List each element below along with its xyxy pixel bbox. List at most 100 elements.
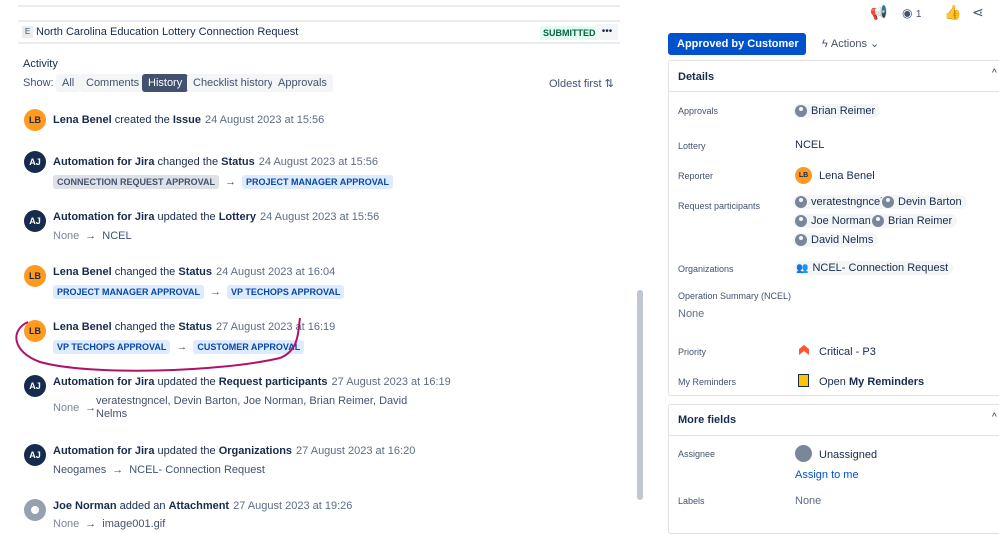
user-icon: [795, 105, 807, 117]
history-entry: Automation for Jira updated the Lottery 2…: [53, 211, 379, 223]
participant-chip[interactable]: David Nelms: [793, 233, 879, 247]
date: 24 August 2023 at 15:56: [258, 156, 379, 168]
date: 27 August 2023 at 16:19: [331, 376, 451, 388]
open-reminders-link[interactable]: Open My Reminders: [819, 376, 924, 388]
watcher-count: 1: [915, 9, 922, 20]
sort-button[interactable]: Oldest first ⇅: [549, 77, 614, 90]
field: Organizations: [218, 445, 293, 457]
share-icon[interactable]: ⋖: [972, 4, 984, 21]
user-icon: [795, 234, 807, 246]
avatar[interactable]: AJ: [24, 151, 46, 173]
actor[interactable]: Automation for Jira: [53, 156, 154, 168]
organization-name: NCEL- Connection Request: [812, 262, 949, 274]
participant-name: veratestngncel: [811, 196, 883, 208]
to-status: PROJECT MANAGER APPROVAL: [242, 175, 394, 189]
feedback-icon[interactable]: 📢: [870, 4, 887, 21]
approver-name: Brian Reimer: [811, 105, 876, 117]
verb: added an: [119, 500, 166, 512]
participant-chip[interactable]: Devin Barton: [880, 195, 967, 209]
actor[interactable]: Lena Benel: [53, 266, 112, 278]
issue-type-icon: E: [22, 26, 33, 38]
chevron-down-icon: ⌄: [870, 38, 880, 50]
status-button-label: Approved by Customer: [677, 38, 799, 50]
priority-value[interactable]: Critical - P3: [819, 346, 876, 358]
sort-icon: ⇅: [604, 78, 614, 90]
from-status: PROJECT MANAGER APPROVAL: [53, 285, 205, 299]
actor[interactable]: Automation for Jira: [53, 445, 154, 457]
arrow-icon: →: [85, 518, 97, 530]
more-button[interactable]: •••: [596, 24, 618, 40]
approver-chip[interactable]: Brian Reimer: [793, 104, 881, 118]
reminders-prefix: Open: [819, 376, 846, 388]
linked-issue-title[interactable]: North Carolina Education Lottery Connect…: [36, 26, 298, 38]
divider: [669, 435, 999, 436]
to-value: image001.gif: [102, 518, 166, 530]
status-transition-button[interactable]: Approved by Customer ⌄: [668, 33, 806, 72]
participant-chip[interactable]: Joe Norman: [793, 214, 876, 228]
from-value: Neogames: [53, 464, 107, 476]
actor[interactable]: Automation for Jira: [53, 211, 154, 223]
to-value: NCEL: [102, 230, 132, 242]
participant-name: David Nelms: [811, 234, 874, 246]
actor[interactable]: Joe Norman: [53, 500, 117, 512]
filter-all[interactable]: All: [56, 74, 81, 92]
user-icon: [795, 215, 807, 227]
date: 24 August 2023 at 15:56: [259, 211, 380, 223]
operation-summary-label: Operation Summary (NCEL): [678, 291, 792, 301]
sort-label: Oldest first: [549, 78, 602, 90]
details-heading[interactable]: Details: [678, 71, 714, 83]
arrow-icon: →: [85, 230, 97, 242]
reminder-icon: [798, 374, 809, 387]
participant-chip[interactable]: Brian Reimer: [870, 214, 958, 228]
filter-checklist-history[interactable]: Checklist history: [187, 74, 280, 92]
filter-comments[interactable]: Comments: [80, 74, 146, 92]
labels-label: Labels: [678, 496, 705, 506]
participant-chip[interactable]: veratestngncel: [793, 195, 888, 209]
to-status: VP TECHOPS APPROVAL: [227, 285, 345, 299]
reporter-avatar: LB: [795, 167, 812, 184]
more-fields-heading[interactable]: More fields: [678, 414, 736, 426]
user-icon: [795, 196, 807, 208]
verb: updated the: [157, 445, 216, 457]
reminders-label: My Reminders: [678, 377, 737, 387]
assign-to-me-link[interactable]: Assign to me: [795, 469, 859, 481]
default-avatar-icon[interactable]: [24, 499, 46, 521]
filter-history[interactable]: History: [142, 74, 189, 92]
assignee-value[interactable]: Unassigned: [819, 449, 877, 461]
field: Attachment: [168, 500, 230, 512]
reporter-label: Reporter: [678, 171, 714, 181]
avatar[interactable]: LB: [24, 265, 46, 287]
actor[interactable]: Lena Benel: [53, 114, 112, 126]
avatar[interactable]: AJ: [24, 444, 46, 466]
participant-name: Joe Norman: [811, 215, 871, 227]
avatar[interactable]: AJ: [24, 210, 46, 232]
divider: [669, 91, 999, 92]
watch-button[interactable]: ◉ 1: [902, 6, 921, 20]
labels-value[interactable]: None: [795, 495, 821, 507]
collapse-icon[interactable]: ^: [992, 412, 997, 423]
collapse-icon[interactable]: ^: [992, 68, 997, 79]
to-value-line1: veratestngncel, Devin Barton, Joe Norman…: [96, 395, 408, 407]
history-entry: Joe Norman added an Attachment 27 August …: [53, 500, 352, 512]
history-entry: Automation for Jira updated the Organiza…: [53, 445, 415, 457]
organizations-label: Organizations: [678, 264, 734, 274]
avatar[interactable]: LB: [24, 109, 46, 131]
from-value: None: [53, 518, 80, 530]
arrow-icon: →: [85, 402, 97, 414]
status-badge: SUBMITTED: [540, 26, 599, 40]
lottery-value[interactable]: NCEL: [795, 139, 824, 151]
lightning-icon: ϟ: [822, 38, 828, 50]
operation-summary-value[interactable]: None: [678, 308, 704, 320]
to-value-line2: Nelms: [96, 408, 128, 420]
filter-approvals[interactable]: Approvals: [272, 74, 333, 92]
organization-chip[interactable]: 👥 NCEL- Connection Request: [794, 261, 954, 275]
scrollbar-thumb[interactable]: [637, 290, 643, 500]
from-value: None: [53, 402, 80, 414]
actions-button[interactable]: ϟ Actions ⌄: [822, 37, 879, 50]
reporter-name[interactable]: Lena Benel: [819, 170, 875, 182]
like-icon[interactable]: 👍: [944, 4, 961, 21]
lottery-label: Lottery: [678, 141, 706, 151]
verb: created the: [114, 114, 170, 126]
arrow-icon: →: [112, 464, 124, 476]
arrow-icon: →: [210, 286, 222, 298]
